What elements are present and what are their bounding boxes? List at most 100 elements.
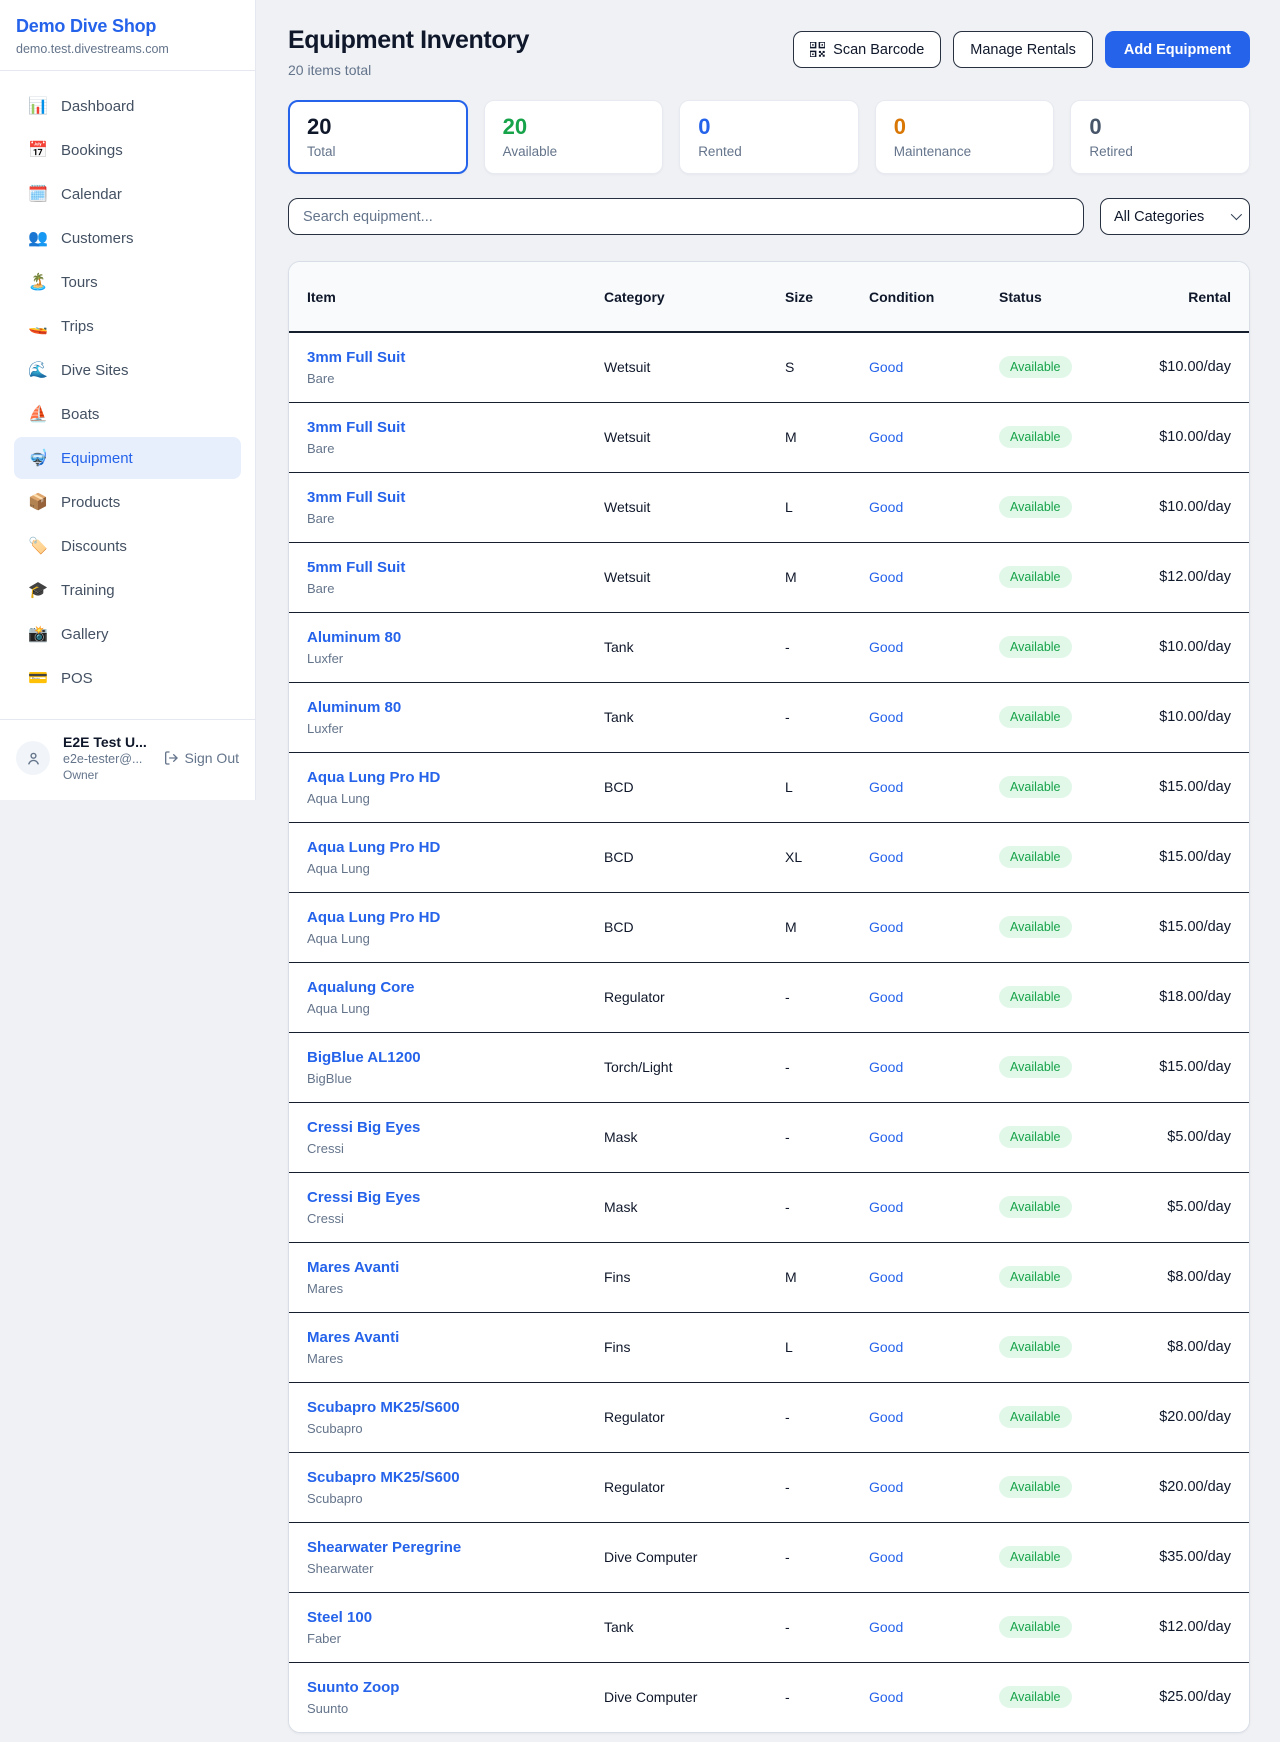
item-condition-link[interactable]: Good <box>869 1129 903 1145</box>
item-name-link[interactable]: Suunto Zoop <box>307 1679 588 1696</box>
bookings-icon: 📅 <box>28 140 48 160</box>
item-name-link[interactable]: Mares Avanti <box>307 1259 588 1276</box>
item-name-link[interactable]: Scubapro MK25/S600 <box>307 1399 588 1416</box>
item-condition-link[interactable]: Good <box>869 429 903 445</box>
item-name-link[interactable]: Mares Avanti <box>307 1329 588 1346</box>
status-badge: Available <box>999 1266 1072 1288</box>
item-condition-link[interactable]: Good <box>869 779 903 795</box>
sidebar-item-dive-sites[interactable]: 🌊 Dive Sites <box>14 349 241 391</box>
item-condition-link[interactable]: Good <box>869 1479 903 1495</box>
item-size: M <box>777 892 861 962</box>
item-name-link[interactable]: Cressi Big Eyes <box>307 1189 588 1206</box>
item-name-link[interactable]: Scubapro MK25/S600 <box>307 1469 588 1486</box>
item-condition-link[interactable]: Good <box>869 1269 903 1285</box>
item-size: - <box>777 1592 861 1662</box>
item-condition-link[interactable]: Good <box>869 709 903 725</box>
status-badge: Available <box>999 1616 1072 1638</box>
item-name-link[interactable]: 3mm Full Suit <box>307 349 588 366</box>
status-badge: Available <box>999 1336 1072 1358</box>
item-rental-rate: $18.00/day <box>1109 962 1249 1032</box>
item-condition-link[interactable]: Good <box>869 569 903 585</box>
table-row: Steel 100 Faber Tank - Good Available $1… <box>289 1592 1249 1662</box>
item-condition-link[interactable]: Good <box>869 919 903 935</box>
column-header-rental: Rental <box>1109 262 1249 332</box>
item-rental-rate: $12.00/day <box>1109 1592 1249 1662</box>
sidebar-item-boats[interactable]: ⛵ Boats <box>14 393 241 435</box>
item-size: - <box>777 1382 861 1452</box>
sidebar-item-customers[interactable]: 👥 Customers <box>14 217 241 259</box>
category-select[interactable]: All Categories <box>1100 198 1250 235</box>
sidebar-item-training[interactable]: 🎓 Training <box>14 569 241 611</box>
item-size: - <box>777 1662 861 1732</box>
column-header-category: Category <box>596 262 777 332</box>
sidebar-item-products[interactable]: 📦 Products <box>14 481 241 523</box>
item-rental-rate: $8.00/day <box>1109 1312 1249 1382</box>
item-condition-link[interactable]: Good <box>869 639 903 655</box>
sidebar-item-discounts[interactable]: 🏷️ Discounts <box>14 525 241 567</box>
item-condition-link[interactable]: Good <box>869 989 903 1005</box>
item-name-link[interactable]: Cressi Big Eyes <box>307 1119 588 1136</box>
sidebar-item-equipment[interactable]: 🤿 Equipment <box>14 437 241 479</box>
sidebar-item-pos[interactable]: 💳 POS <box>14 657 241 699</box>
stat-label: Available <box>503 144 645 159</box>
item-brand: Luxfer <box>307 651 588 666</box>
header-actions: Scan Barcode Manage Rentals Add Equipmen… <box>793 26 1250 68</box>
stat-label: Maintenance <box>894 144 1036 159</box>
stat-card-total[interactable]: 20 Total <box>288 100 468 174</box>
item-rental-rate: $10.00/day <box>1109 332 1249 402</box>
item-rental-rate: $5.00/day <box>1109 1172 1249 1242</box>
item-condition-link[interactable]: Good <box>869 1199 903 1215</box>
stat-card-retired[interactable]: 0 Retired <box>1070 100 1250 174</box>
sidebar-item-calendar[interactable]: 🗓️ Calendar <box>14 173 241 215</box>
status-badge: Available <box>999 1686 1072 1708</box>
user-section: E2E Test U... e2e-tester@... Owner Sign … <box>0 719 255 800</box>
item-name-link[interactable]: 5mm Full Suit <box>307 559 588 576</box>
stat-card-maintenance[interactable]: 0 Maintenance <box>875 100 1055 174</box>
sidebar-item-tours[interactable]: 🏝️ Tours <box>14 261 241 303</box>
stat-card-rented[interactable]: 0 Rented <box>679 100 859 174</box>
gallery-icon: 📸 <box>28 624 48 644</box>
sidebar-item-dashboard[interactable]: 📊 Dashboard <box>14 85 241 127</box>
stat-value: 0 <box>698 114 840 140</box>
item-condition-link[interactable]: Good <box>869 1549 903 1565</box>
item-size: - <box>777 1032 861 1102</box>
item-condition-link[interactable]: Good <box>869 1409 903 1425</box>
manage-rentals-button[interactable]: Manage Rentals <box>953 31 1093 68</box>
item-rental-rate: $15.00/day <box>1109 1032 1249 1102</box>
brand-domain: demo.test.divestreams.com <box>16 42 239 56</box>
item-condition-link[interactable]: Good <box>869 359 903 375</box>
sign-out-label: Sign Out <box>185 750 239 766</box>
sidebar-item-bookings[interactable]: 📅 Bookings <box>14 129 241 171</box>
item-name-link[interactable]: Aluminum 80 <box>307 629 588 646</box>
item-name-link[interactable]: Shearwater Peregrine <box>307 1539 588 1556</box>
search-input[interactable] <box>288 198 1084 235</box>
item-name-link[interactable]: Aqua Lung Pro HD <box>307 769 588 786</box>
sidebar-item-gallery[interactable]: 📸 Gallery <box>14 613 241 655</box>
sign-out-button[interactable]: Sign Out <box>163 750 239 766</box>
item-brand: Mares <box>307 1351 588 1366</box>
table-row: Aluminum 80 Luxfer Tank - Good Available… <box>289 612 1249 682</box>
item-name-link[interactable]: BigBlue AL1200 <box>307 1049 588 1066</box>
item-rental-rate: $12.00/day <box>1109 542 1249 612</box>
item-condition-link[interactable]: Good <box>869 1619 903 1635</box>
item-condition-link[interactable]: Good <box>869 1689 903 1705</box>
brand-title[interactable]: Demo Dive Shop <box>16 16 239 37</box>
item-name-link[interactable]: Aqua Lung Pro HD <box>307 909 588 926</box>
item-name-link[interactable]: Aqualung Core <box>307 979 588 996</box>
add-equipment-button[interactable]: Add Equipment <box>1105 31 1250 68</box>
item-name-link[interactable]: 3mm Full Suit <box>307 419 588 436</box>
item-name-link[interactable]: Aqua Lung Pro HD <box>307 839 588 856</box>
item-name-link[interactable]: 3mm Full Suit <box>307 489 588 506</box>
stat-card-available[interactable]: 20 Available <box>484 100 664 174</box>
item-condition-link[interactable]: Good <box>869 1339 903 1355</box>
item-condition-link[interactable]: Good <box>869 849 903 865</box>
table-row: Aqua Lung Pro HD Aqua Lung BCD XL Good A… <box>289 822 1249 892</box>
item-condition-link[interactable]: Good <box>869 1059 903 1075</box>
item-brand: Faber <box>307 1631 588 1646</box>
sidebar-item-trips[interactable]: 🚤 Trips <box>14 305 241 347</box>
item-name-link[interactable]: Steel 100 <box>307 1609 588 1626</box>
scan-barcode-button[interactable]: Scan Barcode <box>793 31 941 68</box>
item-condition-link[interactable]: Good <box>869 499 903 515</box>
item-name-link[interactable]: Aluminum 80 <box>307 699 588 716</box>
item-size: L <box>777 752 861 822</box>
